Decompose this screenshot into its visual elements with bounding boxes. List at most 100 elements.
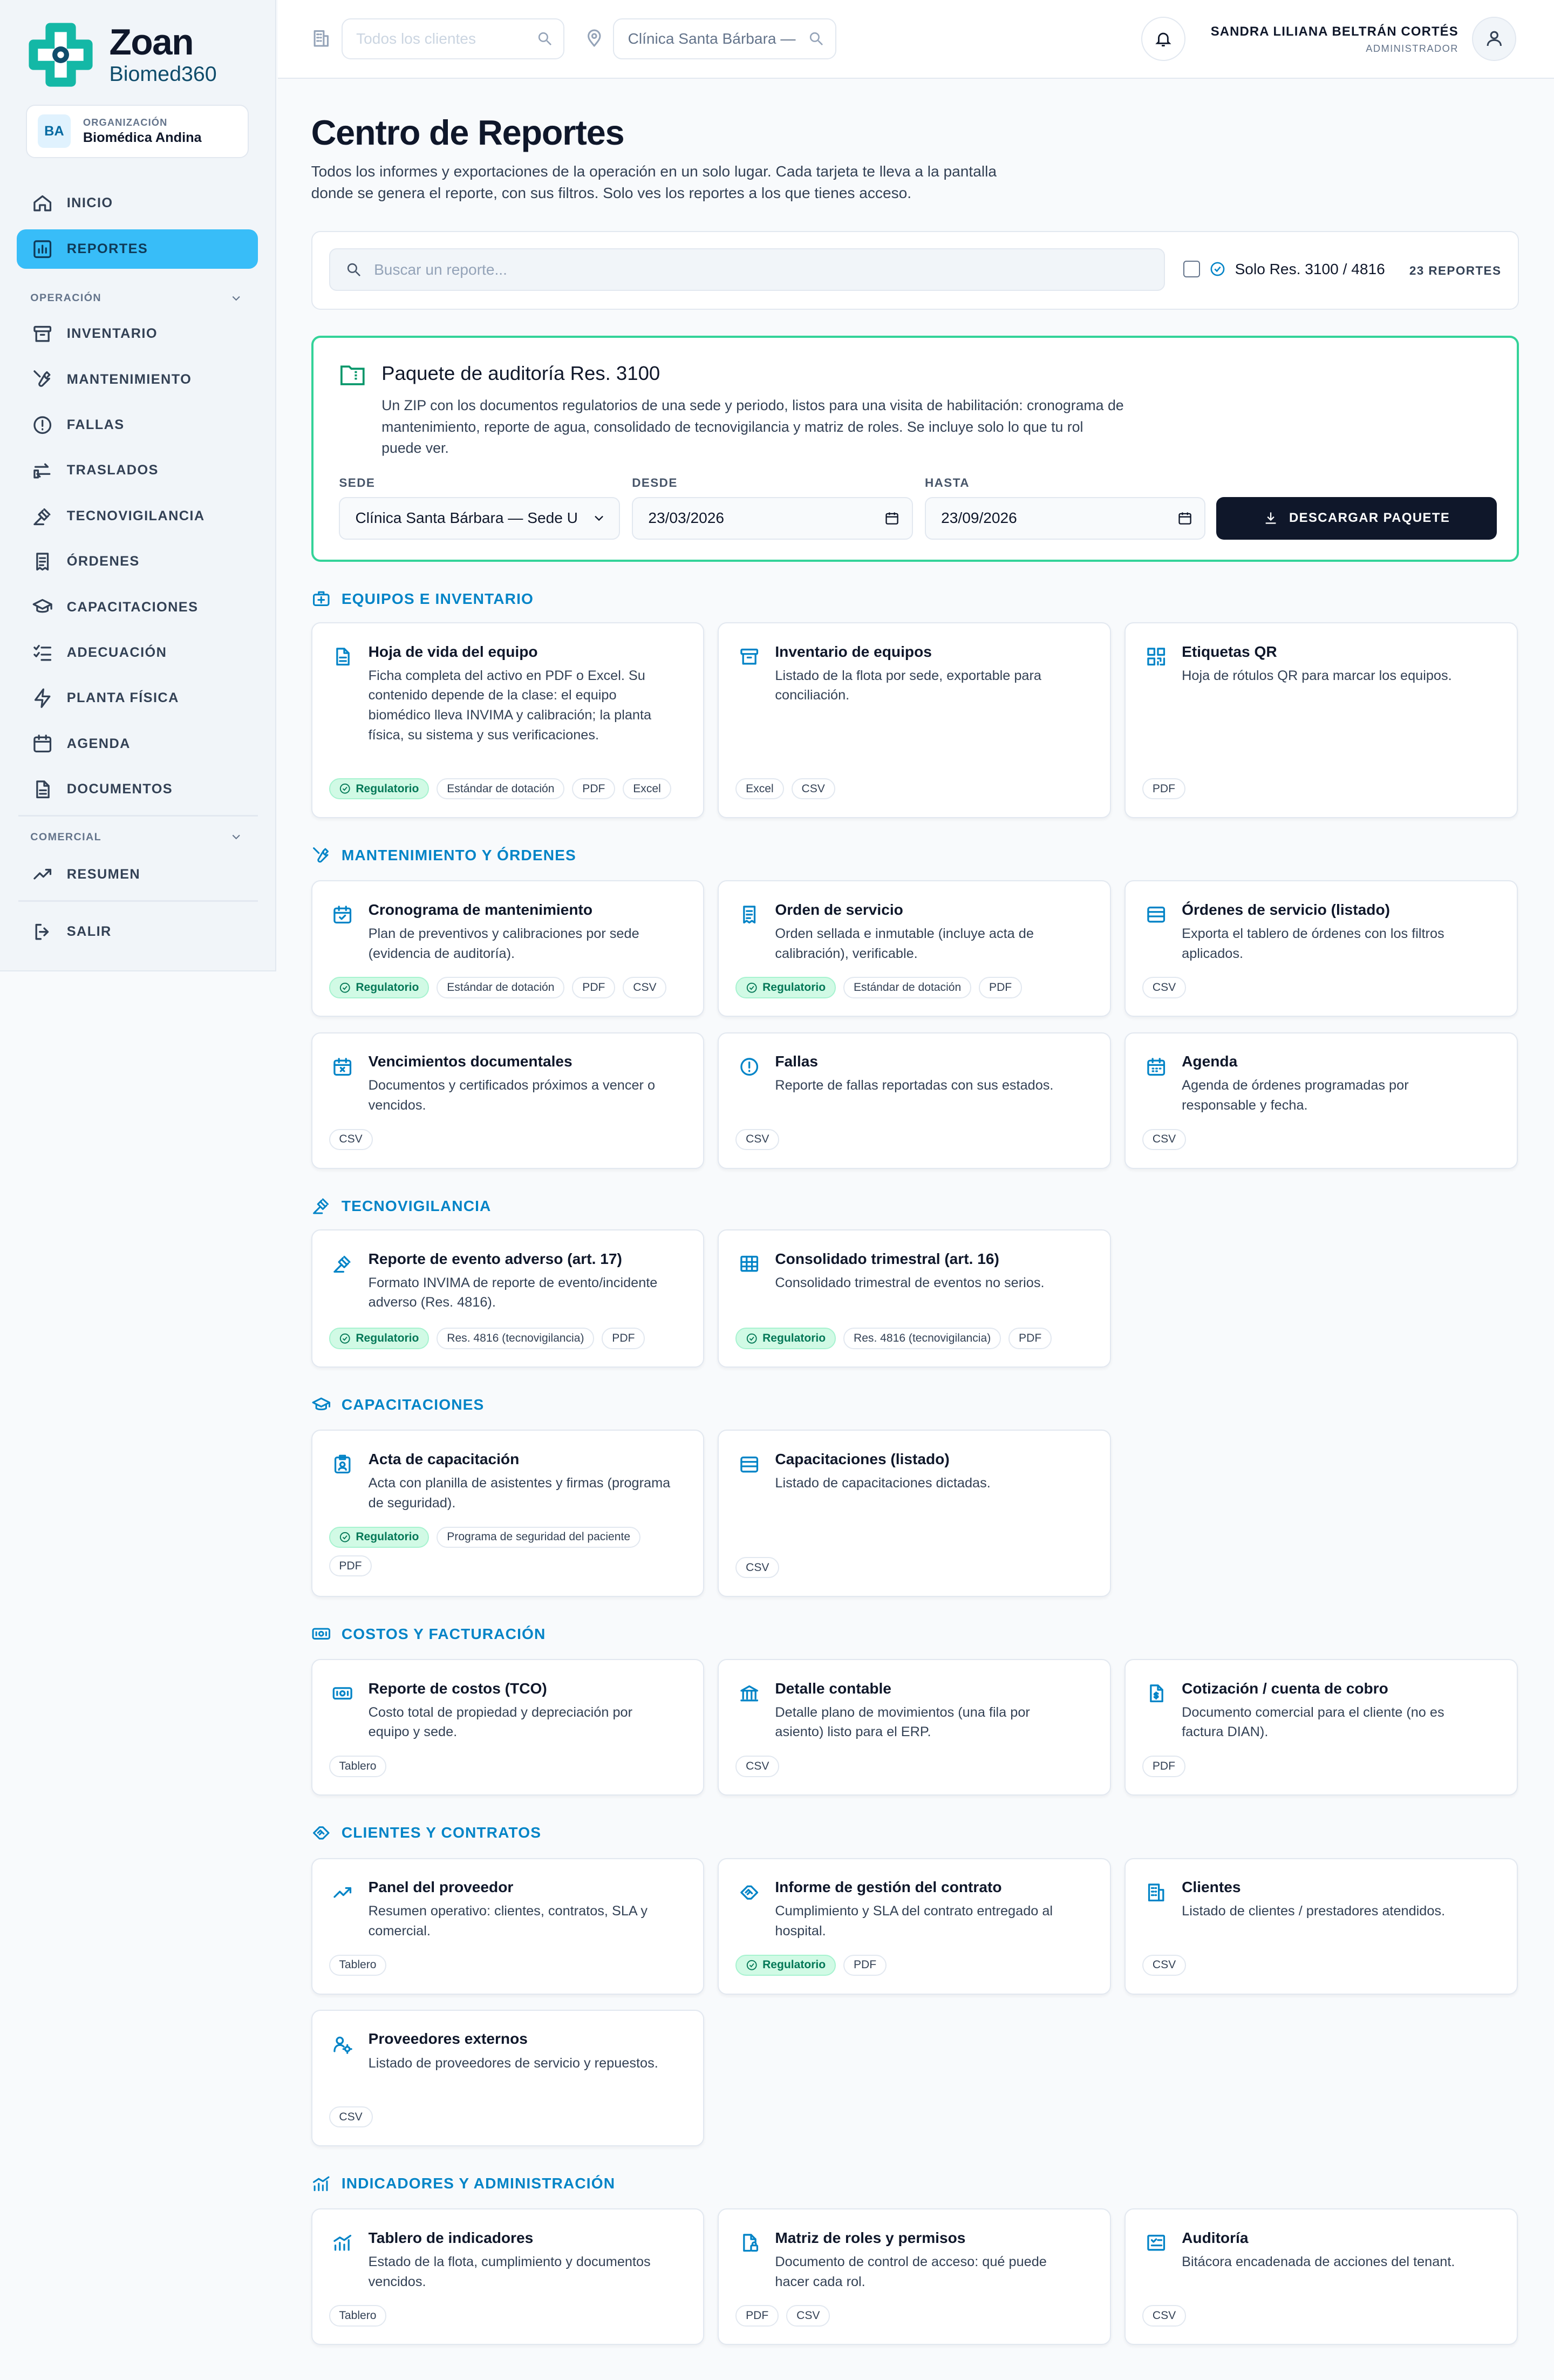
trending-up-icon — [333, 1887, 352, 1898]
report-card-agenda[interactable]: Agenda Agenda de órdenes programadas por… — [1124, 1032, 1518, 1169]
report-card-fallas[interactable]: Fallas Reporte de fallas reportadas con … — [718, 1032, 1111, 1169]
hasta-label: HASTA — [925, 475, 970, 489]
regulatory-filter-checkbox[interactable] — [1183, 261, 1200, 278]
nav-tecnovigilancia[interactable]: TECNOVIGILANCIA — [17, 497, 258, 536]
tag: PDF — [979, 977, 1023, 998]
notifications-button[interactable] — [1141, 16, 1185, 61]
report-card-matriz-roles[interactable]: Matriz de roles y permisos Documento de … — [718, 2208, 1111, 2345]
tag: CSV — [329, 2106, 373, 2128]
report-card-costos[interactable]: Reporte de costos (TCO) Costo total de p… — [311, 1659, 704, 1796]
gavel-icon — [33, 508, 51, 525]
report-card-vencimientos[interactable]: Vencimientos documentales Documentos y c… — [311, 1032, 704, 1169]
search-panel: Solo Res. 3100 / 4816 23 REPORTES — [311, 230, 1519, 310]
report-card-capacitaciones-listado[interactable]: Capacitaciones (listado) Listado de capa… — [718, 1430, 1111, 1597]
report-card-auditoria[interactable]: Auditoría Bitácora encadenada de accione… — [1124, 2208, 1518, 2345]
card-title: Matriz de roles y permisos — [775, 2229, 966, 2246]
report-card-clientes[interactable]: Clientes Listado de clientes / prestador… — [1124, 1858, 1518, 1995]
card-title: Orden de servicio — [775, 901, 903, 918]
card-tags: CSV — [735, 1128, 1093, 1151]
report-card-gestion-contrato[interactable]: Informe de gestión del contrato Cumplimi… — [718, 1858, 1111, 1995]
logout-icon — [35, 924, 49, 940]
nav-inventario[interactable]: INVENTARIO — [17, 314, 258, 353]
nav-resumen[interactable]: RESUMEN — [17, 854, 258, 894]
card-title: Cronograma de mantenimiento — [368, 901, 593, 918]
nav-resumen-label: RESUMEN — [66, 866, 141, 882]
card-tags: Regulatorio Res. 4816 (tecnovigilancia) … — [735, 1328, 1093, 1349]
card-description: Costo total de propiedad y depreciación … — [368, 1704, 633, 1740]
report-card-cronograma[interactable]: Cronograma de mantenimiento Plan de prev… — [311, 880, 704, 1017]
card-title: Consolidado trimestral (art. 16) — [775, 1250, 999, 1267]
nav-adecuacion[interactable]: ADECUACIÓN — [17, 633, 258, 672]
tag: PDF — [572, 977, 616, 998]
card-title: Reporte de evento adverso (art. 17) — [368, 1250, 622, 1267]
site-selector[interactable]: Clínica Santa Bárbara — — [613, 18, 836, 59]
desde-date-input[interactable]: 23/03/2026 — [632, 497, 913, 540]
wrench-icon — [33, 370, 51, 387]
tag: CSV — [1142, 2305, 1187, 2327]
report-card-consolidado[interactable]: Consolidado trimestral (art. 16) Consoli… — [718, 1229, 1111, 1368]
report-card-qr[interactable]: Etiquetas QR Hoja de rótulos QR para mar… — [1124, 622, 1518, 818]
nav-inicio[interactable]: INICIO — [17, 183, 258, 223]
card-description: Documento de control de acceso: qué pued… — [775, 2254, 1047, 2289]
nav-salir[interactable]: SALIR — [17, 912, 258, 951]
report-card-panel-proveedor[interactable]: Panel del proveedor Resumen operativo: c… — [311, 1858, 704, 1995]
tag: PDF — [572, 778, 616, 800]
report-search-input[interactable] — [374, 261, 1133, 278]
report-card-evento-adverso[interactable]: Reporte de evento adverso (art. 17) Form… — [311, 1229, 704, 1368]
avatar[interactable] — [1472, 16, 1516, 61]
tag-regulatorio: Regulatorio — [329, 977, 430, 998]
report-card-orden[interactable]: Orden de servicio Orden sellada e inmuta… — [718, 880, 1111, 1017]
nav-agenda[interactable]: AGENDA — [17, 724, 258, 764]
card-title: Hoja de vida del equipo — [368, 643, 538, 660]
nav-capacitaciones[interactable]: CAPACITACIONES — [17, 587, 258, 627]
tag: CSV — [735, 1756, 780, 1777]
nav-section-operacion[interactable]: OPERACIÓN — [30, 291, 243, 305]
client-selector[interactable]: Todos los clientes — [341, 18, 565, 59]
report-card-cotizacion[interactable]: Cotización / cuenta de cobro Documento c… — [1124, 1659, 1518, 1796]
nav-ordenes-label: ÓRDENES — [66, 554, 140, 569]
nav-mantenimiento[interactable]: MANTENIMIENTO — [17, 360, 258, 399]
report-card-proveedores[interactable]: Proveedores externos Listado de proveedo… — [311, 2009, 704, 2146]
card-description: Acta con planilla de asistentes y firmas… — [368, 1475, 671, 1511]
card-tags: PDF — [1142, 1756, 1500, 1777]
tag-regulatorio: Regulatorio — [329, 778, 430, 800]
section-tecnovigilancia-label: TECNOVIGILANCIA — [341, 1197, 492, 1214]
nav-salir-label: SALIR — [66, 924, 112, 940]
card-tags: Excel CSV — [735, 778, 1093, 800]
nav-reportes[interactable]: REPORTES — [16, 229, 258, 269]
clipboard-user-icon — [335, 1454, 351, 1473]
hasta-date-value: 23/09/2026 — [941, 509, 1017, 527]
report-card-indicadores[interactable]: Tablero de indicadores Estado de la flot… — [311, 2208, 704, 2345]
card-title: Capacitaciones (listado) — [775, 1450, 950, 1467]
receipt-icon — [743, 906, 756, 924]
nav-section-comercial[interactable]: COMERCIAL — [30, 830, 243, 844]
nav-documentos[interactable]: DOCUMENTOS — [17, 770, 258, 809]
tag: Res. 4816 (tecnovigilancia) — [437, 1328, 595, 1349]
nav-fallas[interactable]: FALLAS — [17, 405, 258, 445]
section-indicadores: INDICADORES Y ADMINISTRACIÓN — [311, 2174, 616, 2194]
report-card-acta[interactable]: Acta de capacitación Acta con planilla d… — [311, 1430, 704, 1597]
card-tags: Regulatorio Res. 4816 (tecnovigilancia) … — [329, 1328, 687, 1349]
nav-traslados[interactable]: TRASLADOS — [17, 451, 258, 490]
nav-ordenes[interactable]: ÓRDENES — [17, 542, 258, 581]
sede-label: SEDE — [339, 475, 376, 489]
tag-regulatorio: Regulatorio — [329, 1526, 430, 1548]
download-icon — [1265, 512, 1276, 524]
card-description: Estado de la flota, cumplimiento y docum… — [368, 2254, 651, 2289]
check-circle-icon — [747, 1960, 757, 1970]
sede-select-value: Clínica Santa Bárbara — Sede U — [355, 509, 578, 527]
report-card-hoja-vida[interactable]: Hoja de vida del equipo Ficha completa d… — [311, 622, 704, 818]
card-description: Plan de preventivos y calibraciones por … — [368, 926, 639, 961]
brand-logo[interactable]: Zoan Biomed360 — [24, 18, 217, 91]
report-card-ordenes-listado[interactable]: Órdenes de servicio (listado) Exporta el… — [1124, 880, 1518, 1017]
download-package-button[interactable]: DESCARGAR PAQUETE — [1216, 497, 1497, 540]
nav-planta-fisica[interactable]: PLANTA FÍSICA — [17, 678, 258, 718]
chart-line-bars-icon — [312, 2176, 330, 2191]
hasta-date-input[interactable]: 23/09/2026 — [925, 497, 1206, 540]
regulatory-filter[interactable]: Solo Res. 3100 / 4816 — [1183, 261, 1385, 278]
topbar: Todos los clientes Clínica Santa Bárbara… — [277, 0, 1554, 79]
report-card-inventario[interactable]: Inventario de equipos Listado de la flot… — [718, 622, 1111, 818]
report-card-contable[interactable]: Detalle contable Detalle plano de movimi… — [718, 1659, 1111, 1796]
org-switcher[interactable]: BA ORGANIZACIÓN Biomédica Andina — [25, 105, 249, 158]
sede-select[interactable]: Clínica Santa Bárbara — Sede U — [339, 497, 620, 540]
